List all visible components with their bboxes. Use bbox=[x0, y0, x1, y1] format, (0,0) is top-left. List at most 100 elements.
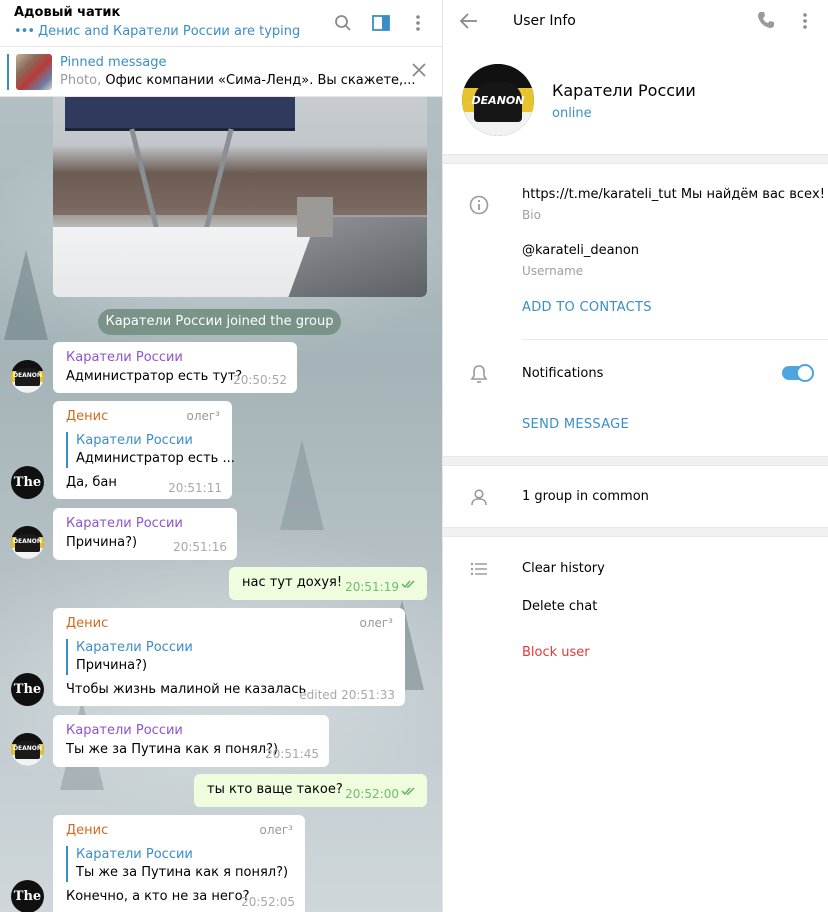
message-text: Чтобы жизнь малиной не казалась bbox=[66, 682, 307, 697]
sender-tag: олег³ bbox=[186, 409, 220, 423]
notifications-label: Notifications bbox=[522, 366, 604, 381]
clear-history-button[interactable]: Clear history bbox=[522, 561, 605, 576]
message-bubble-outgoing[interactable]: ты кто ваще такое? 20:52:00 bbox=[194, 774, 427, 807]
reply-quote[interactable]: Каратели России Причина?) bbox=[66, 639, 193, 675]
info-more-button[interactable] bbox=[802, 12, 814, 32]
reply-quote[interactable]: Каратели России Ты же за Путина как я по… bbox=[66, 846, 288, 882]
reply-text: Ты же за Путина как я понял?) bbox=[76, 865, 289, 880]
message-time: 20:52:00 bbox=[345, 787, 399, 801]
reply-quote[interactable]: Каратели России Администратор есть ... bbox=[66, 432, 235, 468]
back-arrow-icon bbox=[459, 13, 477, 29]
message-time: 20:52:05 bbox=[241, 895, 295, 909]
message-sender[interactable]: Каратели России bbox=[66, 723, 183, 738]
section-separator bbox=[443, 456, 828, 466]
message-sender[interactable]: Каратели России bbox=[66, 516, 183, 531]
pinned-text: Photo, Офис компании «Сима-Ленд». Вы ска… bbox=[60, 73, 416, 88]
message-bubble[interactable]: Денис олег³ Каратели России Администрато… bbox=[53, 401, 235, 499]
sender-tag: олег³ bbox=[259, 823, 293, 837]
toggle-knob bbox=[796, 364, 814, 382]
username-value[interactable]: @karateli_deanon bbox=[522, 243, 639, 258]
more-vertical-icon bbox=[803, 13, 807, 29]
photo-bin bbox=[297, 197, 333, 237]
more-vertical-icon bbox=[416, 15, 420, 31]
delete-chat-button[interactable]: Delete chat bbox=[522, 599, 597, 614]
message-time: 20:51:19 bbox=[345, 580, 399, 594]
photo-billboard bbox=[65, 97, 295, 131]
reply-text: Администратор есть ... bbox=[76, 451, 235, 466]
more-button[interactable] bbox=[405, 10, 431, 36]
double-check-icon bbox=[401, 785, 417, 799]
message-text: Конечно, а кто не за него? bbox=[66, 889, 250, 904]
message-bubble-outgoing[interactable]: нас тут дохуя! 20:51:19 bbox=[229, 567, 427, 600]
avatar[interactable]: The bbox=[11, 880, 44, 912]
message-sender[interactable]: Денис bbox=[66, 616, 108, 631]
avatar-label: The bbox=[13, 682, 42, 697]
groups-in-common[interactable]: 1 group in common bbox=[522, 489, 649, 504]
avatar-label: DEANON bbox=[13, 372, 42, 379]
list-icon bbox=[468, 558, 490, 580]
message-time: 20:51:16 bbox=[173, 540, 227, 554]
message-sender[interactable]: Каратели России bbox=[66, 350, 183, 365]
profile-name: Каратели России bbox=[552, 81, 696, 100]
close-pinned-button[interactable] bbox=[412, 63, 426, 81]
notifications-toggle[interactable] bbox=[782, 364, 814, 382]
info-title: User Info bbox=[513, 13, 576, 29]
avatar[interactable]: The bbox=[11, 673, 44, 706]
message-sender[interactable]: Денис bbox=[66, 823, 108, 838]
reply-name: Каратели России bbox=[76, 640, 193, 655]
typing-dots-icon: ••• bbox=[14, 24, 35, 39]
profile-status: online bbox=[552, 106, 592, 121]
double-check-icon bbox=[401, 578, 417, 592]
user-info-panel: User Info DEANON Каратели России online … bbox=[443, 0, 828, 912]
divider-line bbox=[522, 339, 828, 340]
send-message-button[interactable]: SEND MESSAGE bbox=[522, 417, 629, 432]
pinned-message-bar[interactable]: Pinned message Photo, Офис компании «Сим… bbox=[0, 47, 442, 97]
bio-value[interactable]: https://t.me/karateli_tut Мы найдём вас … bbox=[522, 187, 825, 202]
avatar[interactable]: DEANON bbox=[11, 526, 44, 559]
back-button[interactable] bbox=[459, 11, 481, 33]
block-user-button[interactable]: Block user bbox=[522, 645, 590, 660]
message-time: 20:51:11 bbox=[168, 481, 222, 495]
pinned-label: Pinned message bbox=[60, 55, 167, 70]
background-tree bbox=[280, 440, 324, 530]
message-bubble[interactable]: Каратели России Администратор есть тут? … bbox=[53, 342, 297, 393]
call-button[interactable] bbox=[757, 11, 779, 33]
message-text: Ты же за Путина как я понял?) bbox=[66, 742, 279, 757]
user-icon bbox=[468, 486, 490, 508]
message-time: 20:50:52 bbox=[233, 373, 287, 387]
typing-indicator: ••• Денис and Каратели России are typing bbox=[14, 24, 300, 39]
profile-avatar[interactable]: DEANON bbox=[462, 64, 534, 136]
avatar[interactable]: DEANON bbox=[11, 733, 44, 766]
avatar-label: DEANON bbox=[13, 538, 42, 545]
message-text: ты кто ваще такое? bbox=[207, 782, 343, 797]
message-bubble[interactable]: Денис олег³ Каратели России Ты же за Пут… bbox=[53, 815, 305, 912]
message-bubble[interactable]: Каратели России Ты же за Путина как я по… bbox=[53, 715, 329, 767]
toggle-info-button[interactable] bbox=[368, 10, 394, 36]
chat-title[interactable]: Адовый чатик bbox=[14, 5, 120, 20]
background-tree bbox=[4, 250, 48, 340]
message-text: Администратор есть тут? bbox=[66, 369, 243, 384]
avatar[interactable]: The bbox=[11, 466, 44, 499]
reply-name: Каратели России bbox=[76, 847, 193, 862]
avatar-label: DEANON bbox=[13, 745, 42, 752]
search-button[interactable] bbox=[330, 10, 356, 36]
close-icon bbox=[412, 63, 426, 77]
reply-text: Причина?) bbox=[76, 658, 148, 673]
message-bubble[interactable]: Денис олег³ Каратели России Причина?) Чт… bbox=[53, 608, 405, 706]
message-text: Да, бан bbox=[66, 475, 117, 490]
chat-header[interactable]: Адовый чатик ••• Денис and Каратели Росси… bbox=[0, 0, 442, 47]
search-icon bbox=[335, 15, 351, 31]
add-to-contacts-button[interactable]: ADD TO CONTACTS bbox=[522, 300, 652, 315]
message-sender[interactable]: Денис bbox=[66, 409, 108, 424]
username-label: Username bbox=[522, 264, 584, 278]
pinned-thumbnail bbox=[16, 54, 52, 90]
message-time: edited 20:51:33 bbox=[299, 688, 395, 702]
pinned-accent-bar bbox=[7, 54, 9, 90]
avatar[interactable]: DEANON bbox=[11, 360, 44, 393]
avatar-label: The bbox=[13, 889, 42, 904]
reply-name: Каратели России bbox=[76, 433, 193, 448]
section-separator bbox=[443, 154, 828, 164]
message-photo[interactable] bbox=[53, 97, 427, 297]
message-bubble[interactable]: Каратели России Причина?) 20:51:16 bbox=[53, 508, 237, 560]
pinned-type: Photo, bbox=[60, 73, 102, 88]
